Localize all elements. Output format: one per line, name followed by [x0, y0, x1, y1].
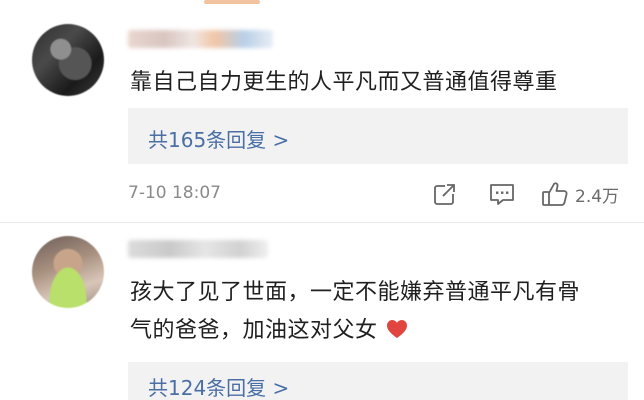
timestamp: 7-10 18:07: [128, 183, 221, 203]
view-replies-link[interactable]: 共165条回复 >: [148, 124, 289, 153]
comment-text-line: 气的爸爸，加油这对父女: [130, 312, 408, 350]
share-button[interactable]: [432, 180, 458, 208]
avatar[interactable]: [32, 24, 104, 96]
like-count: 2.4万: [575, 186, 620, 207]
username-blurred[interactable]: [128, 30, 273, 48]
comment-divider: [0, 222, 644, 223]
comment-text-line: 孩大了见了世面，一定不能嫌弃普通平凡有骨: [130, 280, 581, 305]
red-heart-icon: [386, 314, 408, 338]
username-blurred[interactable]: [128, 240, 268, 258]
like-button[interactable]: 2.4万: [541, 180, 619, 208]
comment-text: 靠自己自力更生的人平凡而又普通值得尊重: [130, 70, 558, 95]
comment-text-line-2: 气的爸爸，加油这对父女: [130, 318, 378, 343]
replies-panel[interactable]: 共124条回复 >: [128, 362, 628, 400]
comment-icon: [488, 181, 516, 207]
replies-panel[interactable]: 共165条回复 >: [128, 108, 628, 164]
top-strip: [0, 0, 644, 10]
top-tab-indicator: [204, 0, 260, 4]
view-replies-link[interactable]: 共124条回复 >: [148, 372, 289, 400]
thumbs-up-icon: [541, 180, 569, 208]
comment-meta-row: 7-10 18:07 2.4万: [128, 180, 638, 210]
comment-button[interactable]: [488, 180, 516, 208]
share-icon: [432, 181, 458, 207]
avatar[interactable]: [32, 236, 104, 308]
